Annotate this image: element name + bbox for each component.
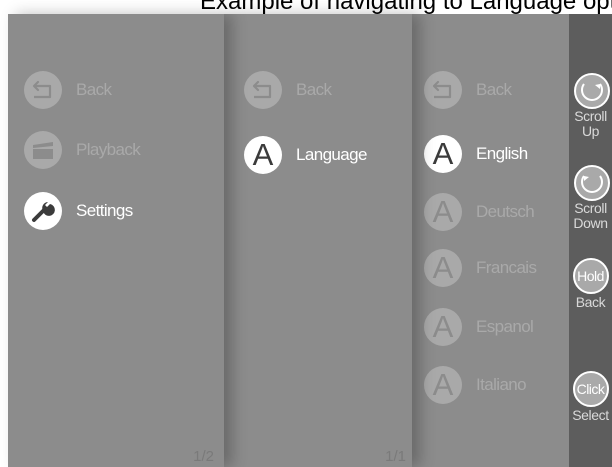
- hold-back-caption: Back: [575, 294, 606, 310]
- clapperboard-icon: [24, 131, 62, 169]
- language-english-item[interactable]: A English: [424, 134, 528, 174]
- rotate-clockwise-icon: [573, 72, 610, 109]
- letter-a-icon: A: [424, 308, 462, 346]
- settings-back-item[interactable]: Back: [244, 70, 332, 110]
- letter-a-icon: A: [424, 193, 462, 231]
- back-arrow-icon: [424, 71, 462, 109]
- francais-glyph: A: [432, 250, 454, 285]
- main-page-indicator: 1/2: [193, 448, 214, 465]
- italiano-glyph: A: [432, 367, 454, 402]
- back-arrow-icon: [244, 71, 282, 109]
- language-espanol-label: Espanol: [476, 317, 534, 336]
- click-select-caption: Select: [572, 407, 609, 423]
- scroll-down-caption: Scroll Down: [573, 200, 608, 231]
- language-italiano-item[interactable]: A Italiano: [424, 365, 527, 405]
- main-back-label: Back: [76, 80, 112, 99]
- hold-badge: Hold: [572, 258, 609, 294]
- settings-page-indicator: 1/1: [385, 448, 406, 465]
- language-deutsch-item[interactable]: A Deutsch: [424, 192, 535, 232]
- letter-a-icon: A: [424, 366, 462, 404]
- main-menu-panel: Back Playback Settings 1/2: [8, 14, 224, 467]
- language-italiano-label: Italiano: [476, 375, 527, 394]
- click-select-hint[interactable]: Click Select: [569, 371, 612, 423]
- control-hint-bar: Scroll Up Scroll Down Hold Back Click Se…: [569, 14, 612, 467]
- rotate-counterclockwise-icon: [573, 164, 610, 201]
- letter-a-icon: A: [424, 249, 462, 287]
- hold-back-hint[interactable]: Hold Back: [569, 258, 612, 310]
- language-francais-label: Francais: [476, 258, 537, 277]
- scroll-down-hint[interactable]: Scroll Down: [569, 164, 612, 231]
- settings-language-item[interactable]: A Language: [244, 135, 367, 175]
- figure-caption-text: Example of navigating to Language option…: [200, 0, 612, 14]
- language-espanol-item[interactable]: A Espanol: [424, 307, 534, 347]
- language-english-label: English: [476, 144, 528, 163]
- letter-a-icon: A: [244, 136, 282, 174]
- settings-language-label: Language: [296, 145, 367, 164]
- scroll-up-caption: Scroll Up: [574, 108, 607, 139]
- espanol-glyph: A: [432, 309, 454, 344]
- letter-a-icon: A: [424, 135, 462, 173]
- deutsch-glyph: A: [432, 194, 454, 229]
- scroll-up-hint[interactable]: Scroll Up: [569, 72, 612, 139]
- language-back-item[interactable]: Back: [424, 70, 512, 110]
- settings-back-label: Back: [296, 80, 332, 99]
- settings-menu-panel: Back A Language 1/1: [224, 14, 412, 467]
- language-menu-panel: Back A English A Deutsch A Francais A Es…: [412, 14, 569, 467]
- language-francais-item[interactable]: A Francais: [424, 248, 537, 288]
- back-arrow-icon: [24, 71, 62, 109]
- main-playback-item[interactable]: Playback: [24, 130, 141, 170]
- english-glyph: A: [432, 136, 454, 171]
- wrench-icon: [24, 192, 62, 230]
- language-back-label: Back: [476, 80, 512, 99]
- language-glyph: A: [252, 137, 274, 172]
- click-badge: Click: [572, 371, 609, 407]
- main-settings-item[interactable]: Settings: [24, 191, 133, 231]
- figure-caption: Example of navigating to Language option…: [0, 0, 612, 14]
- main-playback-label: Playback: [76, 140, 141, 159]
- language-deutsch-label: Deutsch: [476, 202, 535, 221]
- main-settings-label: Settings: [76, 201, 133, 220]
- main-back-item[interactable]: Back: [24, 70, 112, 110]
